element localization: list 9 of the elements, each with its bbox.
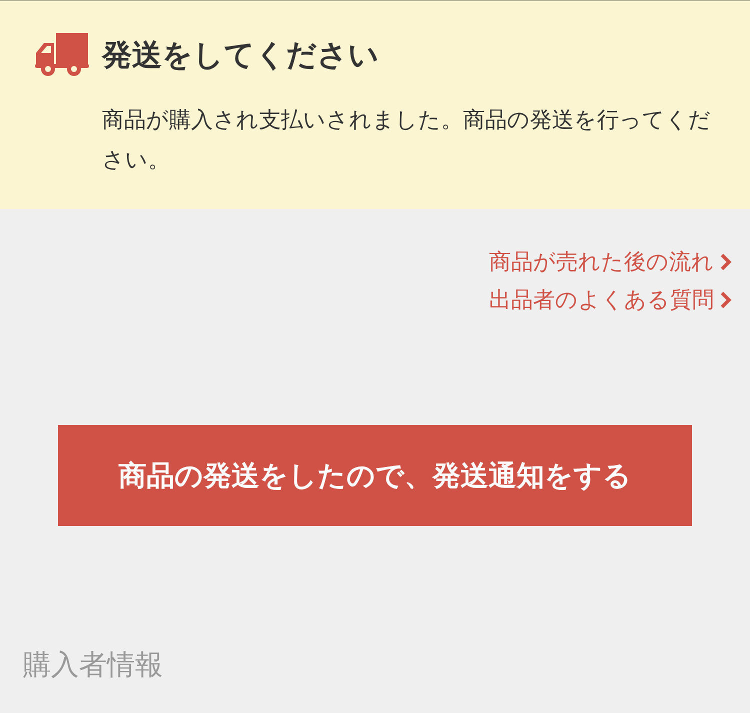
help-link[interactable]: 出品者のよくある質問 [489,285,732,315]
chevron-right-icon [720,291,732,309]
chevron-right-icon [720,253,732,271]
help-link[interactable]: 商品が売れた後の流れ [489,247,732,277]
section-heading: 購入者情報 [22,647,164,683]
notice-message: 商品が購入され支払いされました。商品の発送を行ってください。 [102,107,712,175]
truck-icon [34,31,90,79]
notice-title: 発送をしてください [102,36,380,74]
ship-notify-button[interactable]: 商品の発送をしたので、発送通知をする [58,425,692,526]
